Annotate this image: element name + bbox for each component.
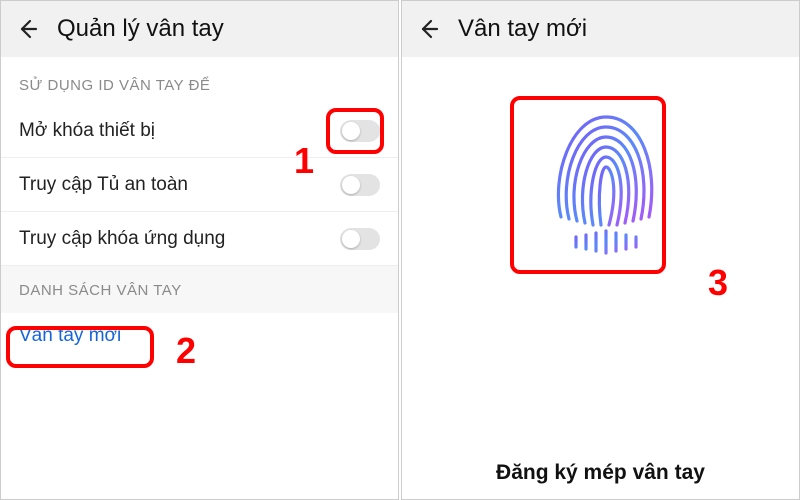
page-title: Vân tay mới bbox=[458, 15, 587, 43]
row-label: Truy cập khóa ứng dụng bbox=[19, 228, 340, 250]
row-app-lock-access[interactable]: Truy cập khóa ứng dụng bbox=[1, 212, 398, 266]
header-bar: Vân tay mới bbox=[402, 1, 799, 57]
header-bar: Quản lý vân tay bbox=[1, 1, 398, 57]
enroll-caption: Đăng ký mép vân tay bbox=[402, 461, 799, 485]
screen-new-fingerprint: Vân tay mới bbox=[401, 0, 800, 500]
toggle-app-lock-access[interactable] bbox=[340, 228, 380, 250]
row-unlock-device[interactable]: Mở khóa thiết bị bbox=[1, 104, 398, 158]
screen-fingerprint-management: Quản lý vân tay SỬ DỤNG ID VÂN TAY ĐỂ Mở… bbox=[0, 0, 399, 500]
back-arrow-icon[interactable] bbox=[416, 17, 440, 41]
page-title: Quản lý vân tay bbox=[57, 15, 224, 43]
row-safe-access[interactable]: Truy cập Tủ an toàn bbox=[1, 158, 398, 212]
toggle-safe-access[interactable] bbox=[340, 174, 380, 196]
section-header-use-id: SỬ DỤNG ID VÂN TAY ĐỂ bbox=[1, 57, 398, 104]
row-label: Truy cập Tủ an toàn bbox=[19, 174, 340, 196]
toggle-unlock-device[interactable] bbox=[340, 120, 380, 142]
fingerprint-icon bbox=[531, 97, 671, 262]
fingerprint-enroll-area bbox=[402, 57, 799, 499]
back-arrow-icon[interactable] bbox=[15, 17, 39, 41]
new-fingerprint-link[interactable]: Vân tay mới bbox=[1, 313, 139, 347]
row-label: Mở khóa thiết bị bbox=[19, 120, 340, 142]
section-header-fp-list: DANH SÁCH VÂN TAY bbox=[1, 266, 398, 313]
